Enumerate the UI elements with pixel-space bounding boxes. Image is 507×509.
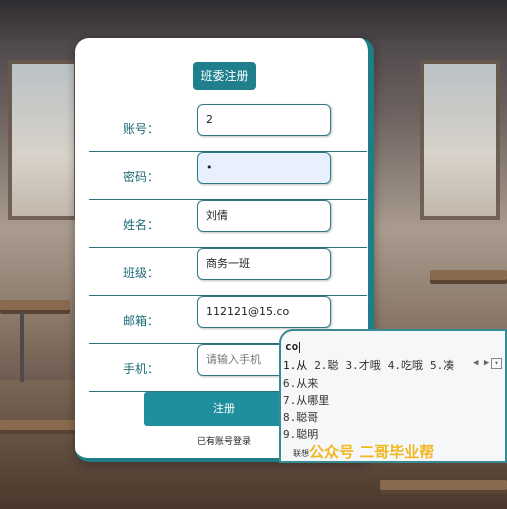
ime-candidate[interactable]: 4.吃哦 <box>388 359 423 372</box>
background-blackboard <box>0 0 507 40</box>
ime-candidate[interactable]: 7.从哪里 <box>283 392 329 408</box>
ime-candidate[interactable]: 5.凑 <box>430 359 454 372</box>
background-desk <box>380 480 507 490</box>
ime-candidate[interactable]: 6.从来 <box>283 375 318 391</box>
ime-menu-icon[interactable]: ▾ <box>491 358 502 369</box>
password-input[interactable]: • <box>197 152 331 184</box>
ime-candidate-window: co 1.从 2.聪 3.才哦 4.吃哦 5.凑 ◀ ▶ ▾ 6.从来 7.从哪里 8.… <box>279 329 507 463</box>
ime-candidate[interactable]: 9.聪明 <box>283 426 318 442</box>
field-row-name: 姓名： 刘倩 <box>89 200 367 248</box>
text-cursor <box>299 341 301 353</box>
ime-candidate[interactable]: 8.聪哥 <box>283 409 318 425</box>
background-desk <box>430 270 507 280</box>
ime-candidate-row: 1.从 2.聪 3.才哦 4.吃哦 5.凑 <box>283 357 461 373</box>
ime-candidate[interactable]: 2.聪 <box>314 359 338 372</box>
background-desk <box>0 300 70 310</box>
email-input[interactable]: 112121@15.co <box>197 296 331 328</box>
background-window <box>8 60 78 220</box>
field-row-password: 密码： • <box>89 152 367 200</box>
account-label: 账号： <box>123 122 160 136</box>
ime-footer-label: 联想 <box>293 449 309 458</box>
phone-label: 手机： <box>123 362 160 376</box>
login-link[interactable]: 已有账号登录 <box>197 434 251 447</box>
name-input[interactable]: 刘倩 <box>197 200 331 232</box>
email-label: 邮箱： <box>123 314 160 328</box>
class-label: 班级： <box>123 266 160 280</box>
class-input[interactable]: 商务一班 <box>197 248 331 280</box>
account-input[interactable]: 2 <box>197 104 331 136</box>
background-desk-leg <box>20 312 24 382</box>
password-label: 密码： <box>123 170 160 184</box>
ime-candidate[interactable]: 1.从 <box>283 359 307 372</box>
name-label: 姓名： <box>123 218 160 232</box>
field-row-class: 班级： 商务一班 <box>89 248 367 296</box>
ime-pinyin: co <box>285 340 301 353</box>
form-title-button[interactable]: 班委注册 <box>193 62 256 90</box>
background-window <box>420 60 500 220</box>
ime-pinyin-text: co <box>285 340 299 353</box>
field-row-account: 账号： 2 <box>89 104 367 152</box>
ime-candidate[interactable]: 3.才哦 <box>346 359 381 372</box>
ime-page-nav-icon[interactable]: ◀ ▶ <box>473 358 489 368</box>
watermark-text: 公众号 二哥毕业帮 <box>309 443 435 461</box>
